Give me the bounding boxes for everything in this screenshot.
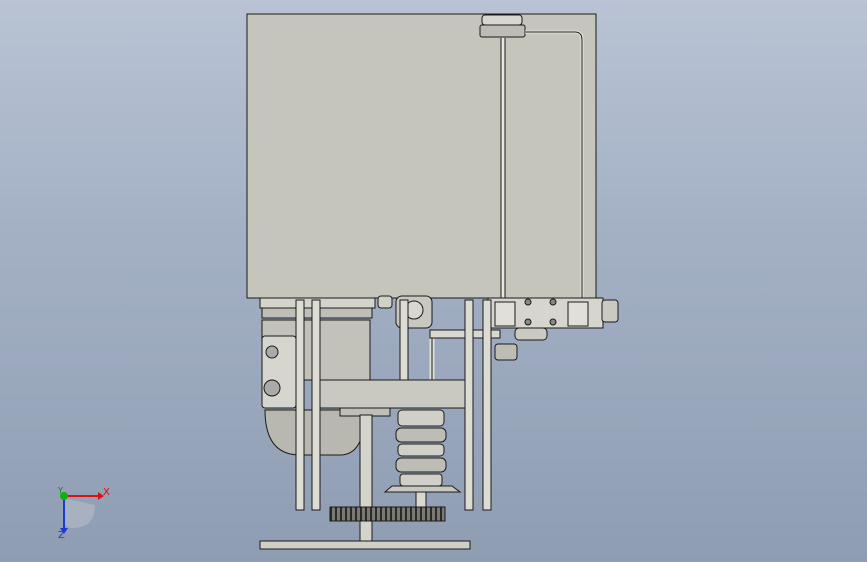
machine-assembly[interactable] [0,0,867,562]
base-plate [259,540,471,550]
x-axis-label: X [103,487,110,498]
valve-block [487,297,619,361]
cross-beam [319,379,466,409]
y-axis-label: Y [58,486,63,495]
coordinate-triad [60,492,104,534]
cad-viewport[interactable]: X Y Z [0,0,867,562]
z-axis-label: Z [58,530,65,541]
spindle-assembly [383,409,462,511]
center-shaft [359,414,373,544]
pipe-fitting [377,295,501,380]
enclosure-panel [246,13,597,299]
drive-gear [329,506,446,522]
